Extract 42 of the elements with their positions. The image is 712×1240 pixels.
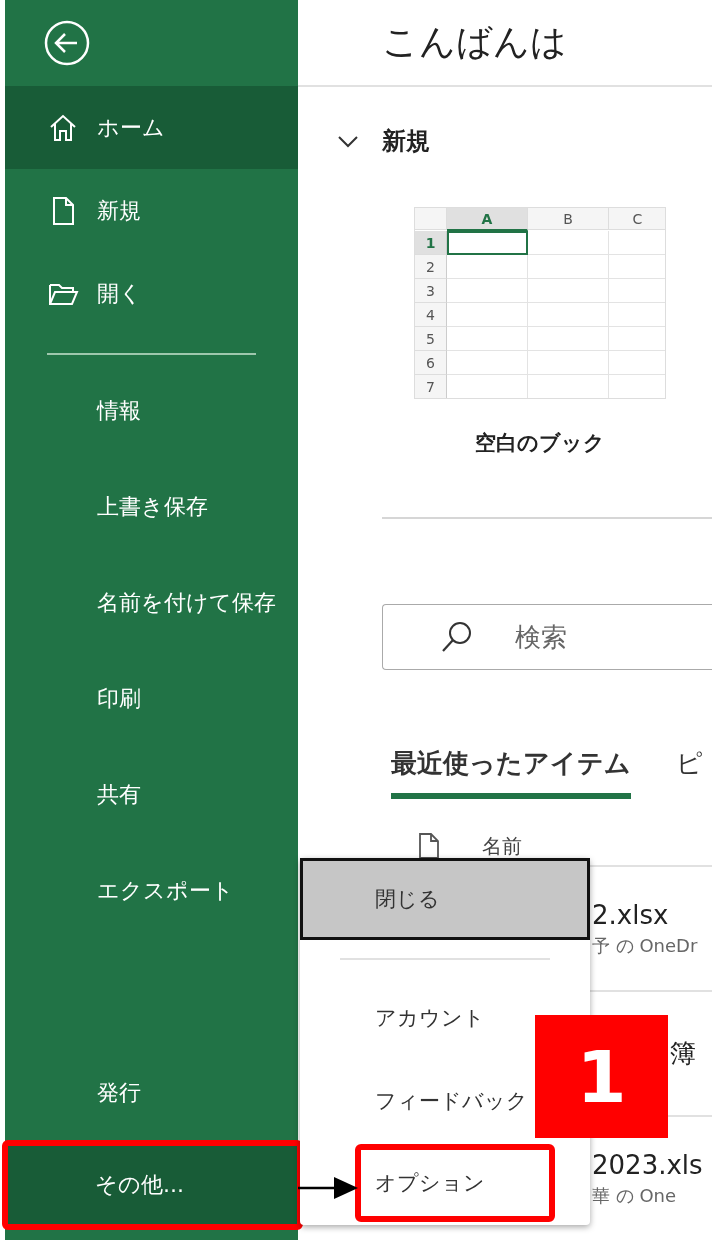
nav-item[interactable]: 情報 xyxy=(5,363,298,459)
file-name[interactable]: 2023.xls xyxy=(592,1149,703,1180)
column-header: 名前 xyxy=(482,832,522,860)
row-header: 1 xyxy=(415,231,447,255)
nav-item[interactable]: 名前を付けて保存 xyxy=(5,555,298,651)
nav-item[interactable]: その他... xyxy=(2,1140,303,1230)
nav-item[interactable]: エクスポート xyxy=(5,843,298,939)
corner-cell xyxy=(415,208,447,230)
nav-item[interactable]: 新規 xyxy=(5,169,298,252)
file-name[interactable]: 2.xlsx xyxy=(592,899,669,930)
blank-workbook-thumbnail[interactable]: A B C 1 2 3 4 5 6 7 xyxy=(414,207,666,399)
file-location: 予 の OneDr xyxy=(592,933,698,958)
template-label: 空白のブック xyxy=(475,430,605,457)
back-icon[interactable] xyxy=(43,19,91,67)
section-title: 新規 xyxy=(382,126,430,157)
nav-item[interactable]: 発行 xyxy=(5,1045,298,1140)
tab[interactable]: ピ xyxy=(676,746,703,799)
column-header: A xyxy=(447,208,528,231)
menu-item[interactable]: 閉じる xyxy=(300,858,590,940)
column-header: C xyxy=(609,208,665,230)
file-location: 華 の One xyxy=(592,1183,677,1208)
nav-item[interactable]: 共有 xyxy=(5,747,298,843)
nav-item[interactable]: 開く xyxy=(5,252,298,335)
row-header: 6 xyxy=(415,351,447,375)
row-header: 4 xyxy=(415,303,447,327)
row-header: 5 xyxy=(415,327,447,351)
row-header: 7 xyxy=(415,375,447,398)
step-badge: 1 xyxy=(535,1015,668,1138)
row-header: 3 xyxy=(415,279,447,303)
row-header: 2 xyxy=(415,255,447,279)
file-name[interactable]: 簿 xyxy=(670,1036,696,1071)
search-field[interactable]: 検索 xyxy=(382,604,712,670)
nav-item[interactable]: ホーム xyxy=(5,86,298,169)
nav-item[interactable]: 印刷 xyxy=(5,651,298,747)
nav-item[interactable]: 上書き保存 xyxy=(5,459,298,555)
greeting-title: こんばんは xyxy=(382,20,567,64)
column-header: B xyxy=(528,208,609,230)
file-icon xyxy=(418,833,440,859)
tab[interactable]: 最近使ったアイテム xyxy=(391,746,631,799)
search-icon xyxy=(440,620,474,654)
arrow xyxy=(298,1176,360,1200)
menu-item[interactable]: オプション xyxy=(355,1144,555,1222)
